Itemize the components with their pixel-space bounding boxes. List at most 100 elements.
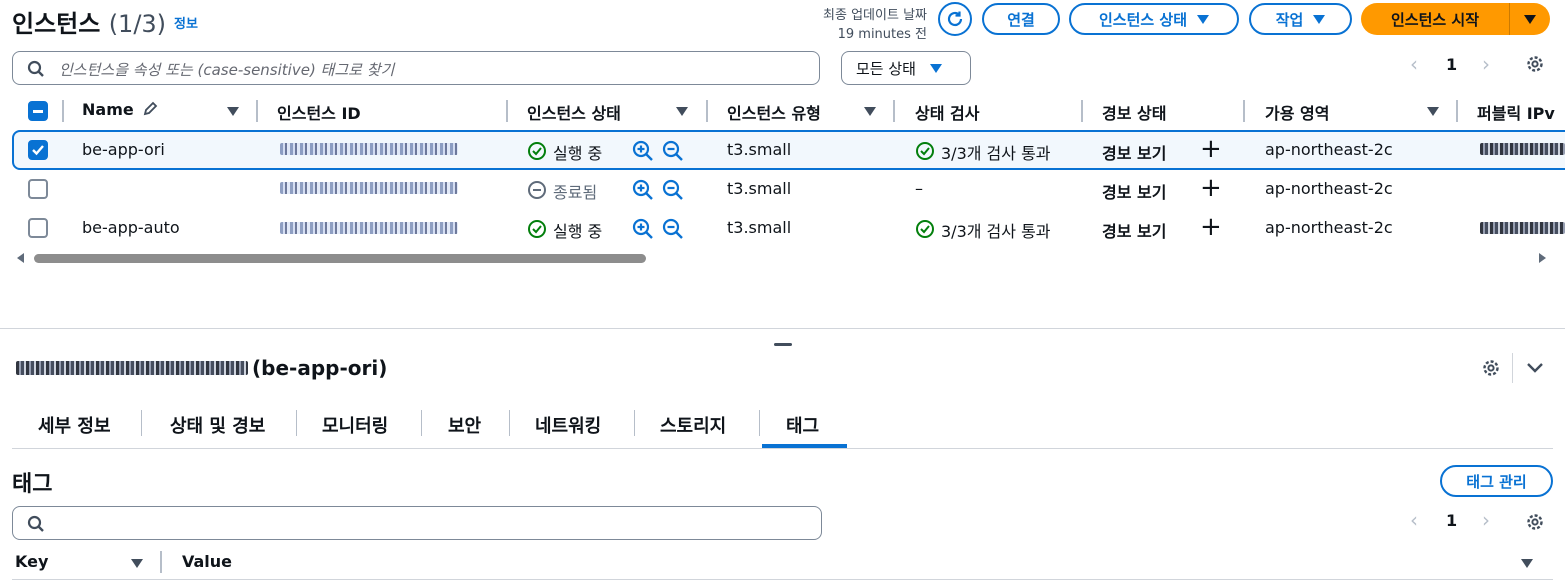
scroll-right-arrow[interactable]	[1539, 253, 1546, 263]
manage-tags-button-label: 태그 관리	[1466, 472, 1527, 491]
chevron-down-icon[interactable]	[1526, 361, 1544, 375]
page-title-text: 인스턴스	[12, 10, 101, 38]
tags-column-value[interactable]: Value	[182, 552, 232, 571]
check-circle-icon	[916, 220, 934, 238]
refresh-button[interactable]	[938, 2, 972, 36]
tab-networking[interactable]: 네트워킹	[535, 412, 601, 438]
column-separator	[706, 100, 708, 122]
column-separator	[1243, 100, 1245, 122]
prev-page-icon[interactable]: ‹	[1410, 52, 1418, 76]
manage-tags-button[interactable]: 태그 관리	[1440, 465, 1553, 497]
sort-icon[interactable]	[227, 107, 239, 116]
instance-state-button[interactable]: 인스턴스 상태	[1069, 3, 1239, 35]
zoom-out-icon[interactable]	[662, 140, 684, 162]
next-page-icon[interactable]: ›	[1482, 52, 1490, 76]
tab-security[interactable]: 보안	[448, 412, 481, 438]
column-status-check[interactable]: 상태 검사	[915, 100, 979, 124]
status-check: 3/3개 검사 통과	[941, 222, 1051, 241]
column-name[interactable]: Name	[82, 100, 158, 119]
status-check: –	[915, 179, 923, 198]
instance-id-link[interactable]	[280, 182, 458, 194]
row-checkbox[interactable]	[28, 179, 48, 199]
tags-header-underline	[12, 579, 1553, 580]
edit-icon	[144, 101, 158, 116]
plus-icon[interactable]: +	[1200, 212, 1222, 242]
tab-monitoring[interactable]: 모니터링	[322, 412, 388, 438]
settings-icon[interactable]	[1481, 358, 1501, 378]
column-instance-state[interactable]: 인스턴스 상태	[527, 100, 621, 124]
column-name-label: Name	[82, 100, 134, 119]
tab-storage[interactable]: 스토리지	[660, 412, 726, 438]
select-all-checkbox[interactable]	[28, 101, 48, 121]
page-title: 인스턴스 (1/3)	[12, 4, 166, 39]
pagination: ‹ 1 ›	[1404, 52, 1524, 78]
actions-button[interactable]: 작업	[1249, 3, 1352, 35]
settings-icon[interactable]	[1525, 54, 1545, 74]
column-separator	[62, 100, 64, 122]
tags-search-input[interactable]	[12, 506, 822, 540]
state-filter-select[interactable]: 모든 상태	[841, 51, 971, 85]
column-availability-zone[interactable]: 가용 영역	[1265, 100, 1329, 124]
column-separator	[160, 551, 162, 573]
zoom-in-icon[interactable]	[632, 140, 654, 162]
search-placeholder: 인스턴스을 속성 또는 (case-sensitive) 태그로 찾기	[59, 61, 395, 79]
connect-button-label: 연결	[1007, 10, 1035, 29]
start-instance-button[interactable]: 인스턴스 시작	[1361, 3, 1509, 35]
view-alarms-link[interactable]: 경보 보기	[1102, 218, 1166, 242]
zoom-in-icon[interactable]	[632, 179, 654, 201]
sort-icon[interactable]	[1521, 559, 1533, 568]
zoom-out-icon[interactable]	[662, 179, 684, 201]
column-alarm-status[interactable]: 경보 상태	[1102, 100, 1166, 124]
tags-column-key[interactable]: Key	[15, 552, 48, 571]
view-alarms-link[interactable]: 경보 보기	[1102, 179, 1166, 203]
tabs-baseline	[12, 448, 1553, 449]
instance-name: be-app-ori	[82, 140, 165, 159]
instance-id-link[interactable]	[280, 143, 458, 155]
start-instance-dropdown[interactable]	[1510, 3, 1550, 35]
tags-pagination: ‹ 1 ›	[1404, 508, 1524, 534]
row-checkbox[interactable]	[28, 218, 48, 238]
tab-details[interactable]: 세부 정보	[38, 412, 111, 438]
column-public-ip[interactable]: 퍼블릭 IPv	[1477, 100, 1565, 124]
sort-icon[interactable]	[1427, 107, 1439, 116]
sort-icon[interactable]	[864, 107, 876, 116]
instance-id-link[interactable]	[280, 222, 458, 234]
sort-icon[interactable]	[131, 559, 143, 568]
minus-circle-icon	[528, 181, 546, 199]
refresh-icon	[947, 11, 963, 27]
column-instance-type[interactable]: 인스턴스 유형	[727, 100, 821, 124]
sort-icon[interactable]	[676, 107, 688, 116]
row-checkbox[interactable]	[28, 140, 48, 160]
settings-icon[interactable]	[1525, 512, 1545, 532]
connect-button[interactable]: 연결	[982, 3, 1060, 35]
horizontal-scrollbar-thumb[interactable]	[34, 254, 646, 263]
column-separator	[256, 100, 258, 122]
instance-state: 종료됨	[553, 183, 598, 202]
view-alarms-link[interactable]: 경보 보기	[1102, 140, 1166, 164]
tab-separator	[421, 410, 422, 436]
current-page[interactable]: 1	[1446, 55, 1457, 74]
tab-separator	[141, 410, 142, 436]
tab-separator	[509, 410, 510, 436]
next-page-icon[interactable]: ›	[1482, 508, 1490, 532]
check-circle-icon	[528, 220, 546, 238]
instance-name: be-app-auto	[82, 218, 180, 237]
current-page[interactable]: 1	[1446, 511, 1457, 530]
tab-status-alarms[interactable]: 상태 및 경보	[170, 412, 265, 438]
search-input[interactable]: 인스턴스을 속성 또는 (case-sensitive) 태그로 찾기	[12, 51, 820, 85]
availability-zone: ap-northeast-2c	[1265, 140, 1393, 159]
tab-tags[interactable]: 태그	[786, 412, 819, 438]
resize-handle[interactable]	[774, 343, 792, 346]
state-filter-value: 모든 상태	[856, 59, 916, 78]
plus-icon[interactable]: +	[1200, 134, 1222, 164]
column-instance-id[interactable]: 인스턴스 ID	[277, 100, 361, 124]
check-circle-icon	[916, 142, 934, 160]
column-separator	[506, 100, 508, 122]
prev-page-icon[interactable]: ‹	[1410, 508, 1418, 532]
scroll-left-arrow[interactable]	[17, 253, 24, 263]
zoom-out-icon[interactable]	[662, 218, 684, 240]
info-link[interactable]: 정보	[174, 13, 198, 32]
plus-icon[interactable]: +	[1200, 173, 1222, 203]
instance-type: t3.small	[727, 140, 792, 159]
zoom-in-icon[interactable]	[632, 218, 654, 240]
